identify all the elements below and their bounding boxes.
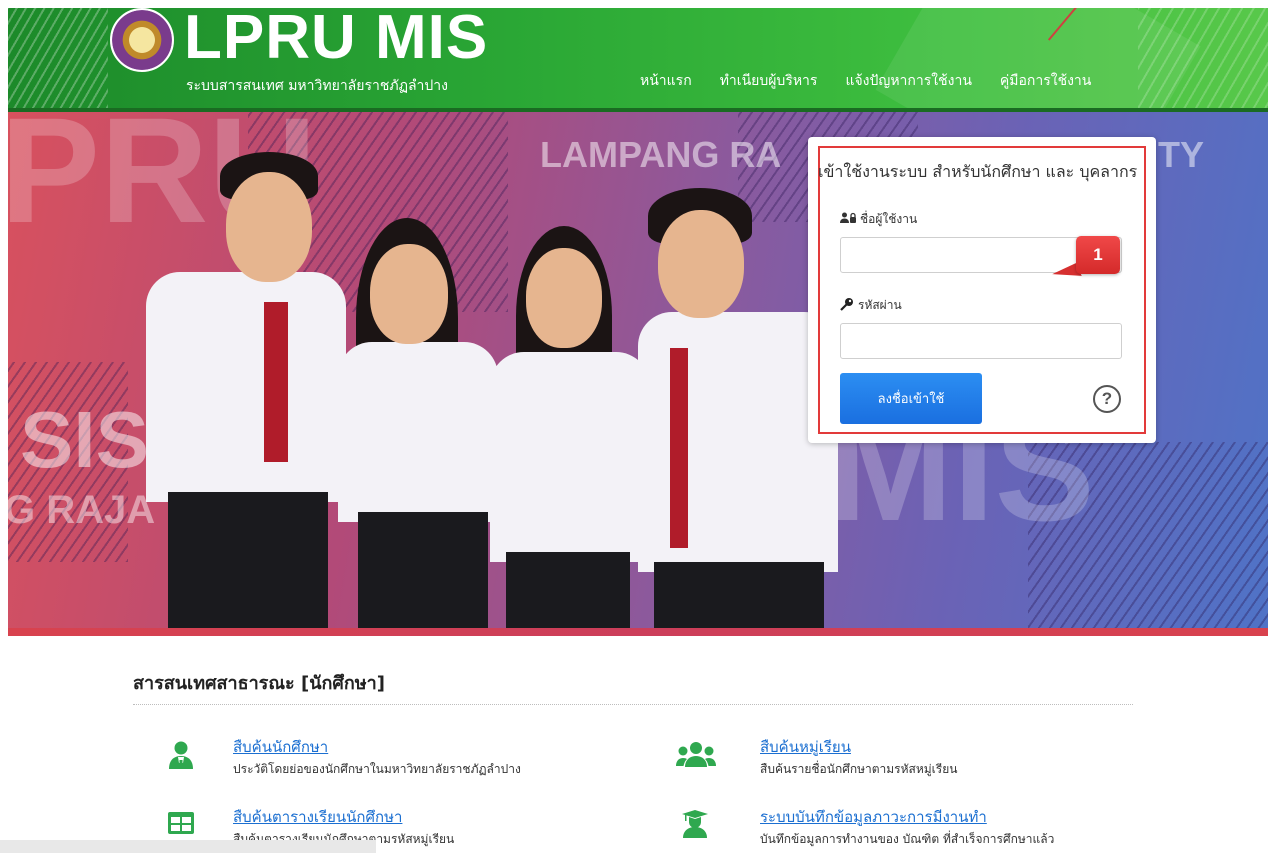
password-label-text: รหัสผ่าน	[858, 298, 902, 312]
service-timetable-search-link[interactable]: สืบค้นตารางเรียนนักศึกษา	[233, 805, 402, 829]
brand-subtitle: ระบบสารสนเทศ มหาวิทยาลัยราชภัฏลำปาง	[186, 78, 448, 94]
table-icon	[166, 808, 196, 838]
hero-bg-text: SIS	[20, 395, 149, 484]
login-title: เข้าใช้งานระบบ สำหรับนักศึกษา และ บุคลาก…	[818, 162, 1138, 181]
step-callout-badge: 1	[1076, 236, 1120, 274]
service-employment-record-link[interactable]: ระบบบันทึกข้อมูลภาวะการมีงานทำ	[760, 805, 987, 829]
users-icon	[840, 212, 856, 227]
header-sheen	[875, 8, 1201, 108]
hero-divider	[8, 628, 1268, 636]
university-seal-logo[interactable]	[110, 8, 174, 72]
group-icon	[676, 740, 716, 770]
main-nav: หน้าแรก ทำเนียบผู้บริหาร แจ้งปัญหาการใช้…	[640, 70, 1091, 92]
student-icon	[166, 740, 196, 770]
login-button[interactable]: ลงชื่อเข้าใช้	[840, 373, 982, 424]
service-employment-record-desc: บันทึกข้อมูลการทำงานของ บัณฑิต ที่สำเร็จ…	[760, 832, 1055, 846]
password-label: รหัสผ่าน	[840, 296, 902, 315]
service-student-search-desc: ประวัติโดยย่อของนักศึกษาในมหาวิทยาลัยราช…	[233, 762, 521, 776]
service-section-search-link[interactable]: สืบค้นหมู่เรียน	[760, 735, 851, 759]
service-section-search-desc: สืบค้นรายชื่อนักศึกษาตามรหัสหมู่เรียน	[760, 762, 958, 776]
nav-user-manual[interactable]: คู่มือการใช้งาน	[1000, 70, 1091, 92]
nav-home[interactable]: หน้าแรก	[640, 70, 692, 92]
header-stripes-left	[8, 8, 108, 108]
username-label: ชื่อผู้ใช้งาน	[840, 210, 917, 229]
nav-executives[interactable]: ทำเนียบผู้บริหาร	[720, 70, 818, 92]
section-divider	[133, 704, 1133, 705]
brand-title[interactable]: LPRU MIS	[184, 0, 488, 76]
username-label-text: ชื่อผู้ใช้งาน	[860, 212, 918, 226]
section-title: สารสนเทศสาธารณะ [นักศึกษา]	[133, 673, 385, 694]
service-student-search-link[interactable]: สืบค้นนักศึกษา	[233, 735, 328, 759]
hero-bg-text: TY	[1158, 134, 1205, 175]
help-icon[interactable]: ?	[1093, 385, 1121, 413]
nav-report-problem[interactable]: แจ้งปัญหาการใช้งาน	[845, 70, 971, 92]
students-photo	[138, 152, 858, 636]
graduate-icon	[680, 808, 710, 838]
horizontal-scrollbar[interactable]	[0, 840, 376, 853]
hero-bg-text: G RAJA	[8, 488, 156, 532]
password-input[interactable]	[840, 323, 1122, 359]
key-icon	[840, 297, 854, 314]
